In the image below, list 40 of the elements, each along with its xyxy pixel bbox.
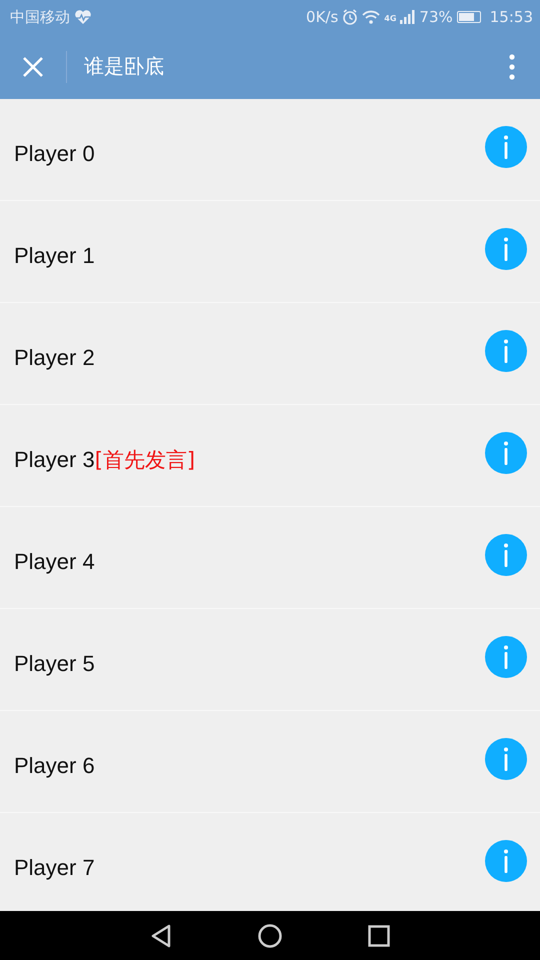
player-name: Player 6	[14, 752, 95, 778]
page-title: 谁是卧底	[84, 53, 165, 80]
player-name: Player 3	[14, 446, 95, 472]
player-row[interactable]: Player 4	[0, 507, 540, 609]
clock-time: 15:53	[490, 8, 533, 26]
carrier-name: 中国移动	[10, 8, 70, 26]
player-row[interactable]: Player 3[首先发言]	[0, 405, 540, 507]
heart-icon	[74, 9, 92, 25]
info-icon[interactable]	[485, 330, 527, 372]
back-icon[interactable]	[150, 924, 172, 948]
network-type: 4G	[384, 14, 396, 23]
info-icon[interactable]	[485, 840, 527, 882]
wifi-icon	[362, 9, 380, 25]
close-icon[interactable]	[22, 56, 44, 78]
battery-icon	[456, 11, 481, 23]
network-speed: 0K/s	[306, 8, 338, 26]
home-icon[interactable]	[258, 924, 282, 948]
player-row[interactable]: Player 0	[0, 99, 540, 201]
player-name: Player 5	[14, 650, 95, 676]
info-icon[interactable]	[485, 738, 527, 780]
player-name: Player 4	[14, 548, 95, 574]
player-row[interactable]: Player 2	[0, 303, 540, 405]
player-name: Player 1	[14, 242, 95, 268]
battery-percent: 73%	[419, 8, 453, 26]
info-icon[interactable]	[485, 534, 527, 576]
signal-icon	[400, 9, 416, 25]
player-row[interactable]: Player 5	[0, 609, 540, 711]
alarm-icon	[342, 9, 358, 25]
player-row[interactable]: Player 6	[0, 711, 540, 813]
info-icon[interactable]	[485, 432, 527, 474]
player-row[interactable]: Player 1	[0, 201, 540, 303]
info-icon[interactable]	[485, 228, 527, 270]
player-name: Player 2	[14, 344, 95, 370]
recents-icon[interactable]	[368, 924, 390, 946]
more-menu-icon[interactable]	[509, 54, 515, 80]
player-tag: [首先发言]	[94, 446, 196, 474]
info-icon[interactable]	[485, 636, 527, 678]
player-name: Player 0	[14, 140, 95, 166]
player-name: Player 7	[14, 854, 95, 880]
info-icon[interactable]	[485, 126, 527, 168]
